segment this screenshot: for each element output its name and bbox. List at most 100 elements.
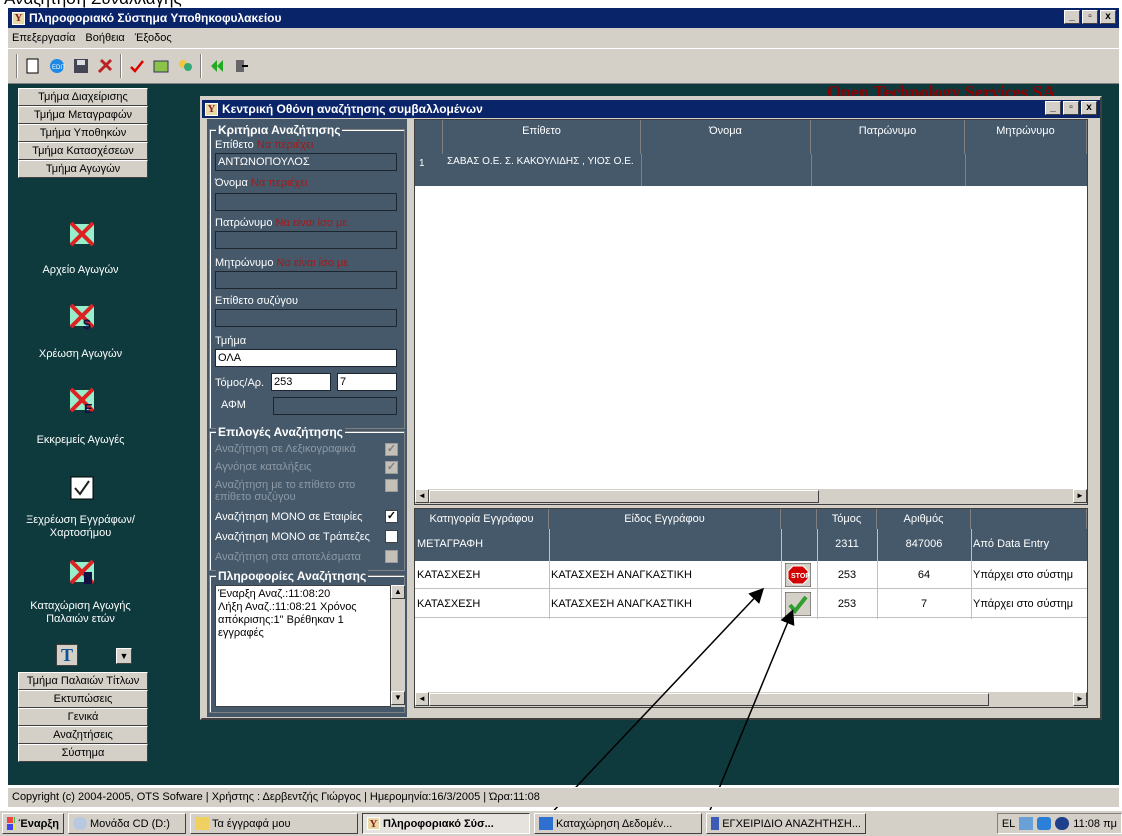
minimize-button[interactable]: _ (1045, 101, 1061, 115)
option-spouse-search-checkbox[interactable] (385, 479, 398, 492)
volume-label: Τόμος/Αρ. (215, 377, 265, 389)
task-manual[interactable]: ΕΓΧΕΙΡΙΔΙΟ ΑΝΑΖΗΤΗΣΗ... (706, 813, 866, 834)
close-button[interactable]: x (1081, 101, 1097, 115)
mother-mode[interactable]: Να είναι ίσο με (277, 257, 349, 269)
svg-text:EDIT: EDIT (52, 65, 65, 71)
father-name-field[interactable] (215, 231, 397, 249)
scroll-right-button[interactable]: ► (1073, 489, 1087, 503)
sidebar-item-label[interactable]: Εκκρεμείς Αγωγές (8, 434, 153, 446)
lawsuit-charge-icon[interactable]: $ (68, 302, 96, 330)
checkmark-icon[interactable] (785, 592, 813, 616)
nav-management[interactable]: Τμήμα Διαχείρισης (18, 88, 148, 106)
scroll-right-button[interactable]: ► (1073, 692, 1087, 706)
option-lexicographic-checkbox[interactable]: ✓ (385, 443, 398, 456)
minimize-button[interactable]: _ (1064, 10, 1080, 24)
column-status[interactable] (781, 509, 817, 529)
results-horizontal-scrollbar[interactable]: ◄ ► (415, 488, 1087, 504)
name-mode[interactable]: Να περιέχει (251, 177, 308, 189)
exit-icon[interactable] (232, 57, 250, 75)
column-note[interactable] (971, 509, 1087, 529)
column-document-category[interactable]: Κατηγορία Εγγράφου (415, 509, 549, 529)
sidebar-item-label[interactable]: Αρχείο Αγωγών (8, 264, 153, 276)
maximize-button[interactable]: ▫ (1082, 10, 1098, 24)
column-volume[interactable]: Τόμος (817, 509, 877, 529)
option-companies-only-checkbox[interactable]: ✓ (385, 510, 398, 523)
save-icon[interactable] (72, 57, 90, 75)
name-field[interactable] (215, 193, 397, 211)
close-button[interactable]: x (1100, 10, 1116, 24)
lawsuit-archive-icon[interactable] (68, 220, 96, 248)
doc-volume: 253 (837, 598, 857, 610)
option-search-results-checkbox[interactable] (385, 550, 398, 563)
nav-system[interactable]: Σύστημα (18, 744, 148, 762)
messenger-icon[interactable] (1055, 817, 1070, 830)
volume-field[interactable]: 253 (271, 373, 331, 391)
scroll-thumb[interactable] (429, 693, 989, 706)
spouse-surname-field[interactable] (215, 309, 397, 327)
scroll-down-button[interactable]: ▼ (391, 691, 405, 705)
table-row[interactable]: ΚΑΤΑΣΧΕΣΗ ΚΑΤΑΣΧΕΣΗ ΑΝΑΓΚΑΣΤΙΚΗ STOP 253… (415, 561, 1087, 589)
number-field[interactable]: 7 (337, 373, 397, 391)
back-icon[interactable] (208, 57, 226, 75)
option-banks-only-checkbox[interactable] (385, 530, 398, 543)
maximize-button[interactable]: ▫ (1063, 101, 1079, 115)
nav-searches[interactable]: Αναζητήσεις (18, 726, 148, 744)
menu-edit[interactable]: Επεξεργασία (12, 32, 75, 44)
department-field[interactable]: ΟΛΑ (215, 349, 397, 367)
sidebar-item-label[interactable]: Καταχώριση Αγωγής Παλαιών ετών (8, 600, 153, 626)
sidebar-item-label[interactable]: Χρέωση Αγωγών (8, 348, 153, 360)
menu-exit[interactable]: Έξοδος (135, 32, 172, 44)
column-document-type[interactable]: Είδος Εγγράφου (549, 509, 781, 529)
table-row[interactable]: ΚΑΤΑΣΧΕΣΗ ΚΑΤΑΣΧΕΣΗ ΑΝΑΓΚΑΣΤΙΚΗ 253 7 Υπ… (415, 590, 1087, 618)
start-button[interactable]: Έναρξη (2, 813, 64, 834)
titles-icon[interactable]: T (56, 644, 78, 666)
task-data-entry[interactable]: Καταχώρηση Δεδομέν... (534, 813, 702, 834)
column-name[interactable]: Όνομα (641, 120, 811, 154)
afm-field[interactable] (273, 397, 397, 415)
option-ignore-endings-checkbox[interactable]: ✓ (385, 461, 398, 474)
task-cd-drive[interactable]: Μονάδα CD (D:) (68, 813, 186, 834)
scroll-thumb[interactable] (429, 490, 819, 503)
column-number[interactable]: Αριθμός (877, 509, 971, 529)
pending-lawsuits-icon[interactable]: E (68, 386, 96, 414)
discharge-documents-icon[interactable] (68, 474, 96, 502)
users-icon[interactable] (176, 57, 194, 75)
tools-icon[interactable] (96, 57, 114, 75)
scroll-down-button[interactable]: ▼ (116, 648, 132, 664)
nav-general[interactable]: Γενικά (18, 708, 148, 726)
network-icon[interactable] (1019, 817, 1034, 830)
scroll-up-button[interactable]: ▲ (391, 585, 405, 599)
nav-old-titles[interactable]: Τμήμα Παλαιών Τίτλων (18, 672, 148, 690)
task-my-documents[interactable]: Τα έγγραφά μου (190, 813, 358, 834)
table-row[interactable]: ΜΕΤΑΓΡΑΦΗ 2311 847006 Από Data Entry (415, 529, 1087, 561)
column-surname[interactable]: Επίθετο (443, 120, 641, 154)
task-label: Καταχώρηση Δεδομέν... (556, 817, 673, 830)
column-mother-name[interactable]: Μητρώνυμο (965, 120, 1087, 154)
menu-help[interactable]: Βοήθεια (85, 32, 124, 44)
old-lawsuit-entry-icon[interactable] (68, 558, 96, 586)
info-scrollbar[interactable]: ▲ ▼ (391, 585, 405, 707)
scroll-left-button[interactable]: ◄ (415, 692, 429, 706)
edit-icon[interactable]: EDIT (48, 57, 66, 75)
surname-field[interactable]: ΑΝΤΩΝΟΠΟΥΛΟΣ (215, 153, 397, 171)
report-icon[interactable] (152, 57, 170, 75)
scroll-left-button[interactable]: ◄ (415, 489, 429, 503)
new-document-icon[interactable] (24, 57, 42, 75)
task-app[interactable]: Y Πληροφοριακό Σύσ... (362, 813, 530, 834)
documents-horizontal-scrollbar[interactable]: ◄ ► (415, 691, 1087, 707)
mother-name-field[interactable] (215, 271, 397, 289)
nav-lawsuits[interactable]: Τμήμα Αγωγών (18, 160, 148, 178)
sidebar-item-label[interactable]: Ξεχρέωση Εγγράφων/Χαρτοσήμου (8, 514, 153, 540)
table-row[interactable]: 1 ΣΑΒΑΣ Ο.Ε. Σ. ΚΑΚΟΥΛΙΔΗΣ , ΥΙΟΣ Ο.Ε. (415, 154, 1087, 186)
volume-icon[interactable] (1037, 817, 1052, 830)
check-icon[interactable] (128, 57, 146, 75)
stop-icon[interactable]: STOP (785, 563, 813, 587)
nav-prints[interactable]: Εκτυπώσεις (18, 690, 148, 708)
nav-mortgages[interactable]: Τμήμα Υποθηκών (18, 124, 148, 142)
nav-seizures[interactable]: Τμήμα Κατασχέσεων (18, 142, 148, 160)
nav-transfers[interactable]: Τμήμα Μεταγραφών (18, 106, 148, 124)
father-mode[interactable]: Να είναι ίσο με (276, 217, 348, 229)
column-father-name[interactable]: Πατρώνυμο (811, 120, 965, 154)
surname-mode[interactable]: Να περιέχει (257, 139, 314, 151)
language-indicator[interactable]: EL (1002, 818, 1015, 830)
